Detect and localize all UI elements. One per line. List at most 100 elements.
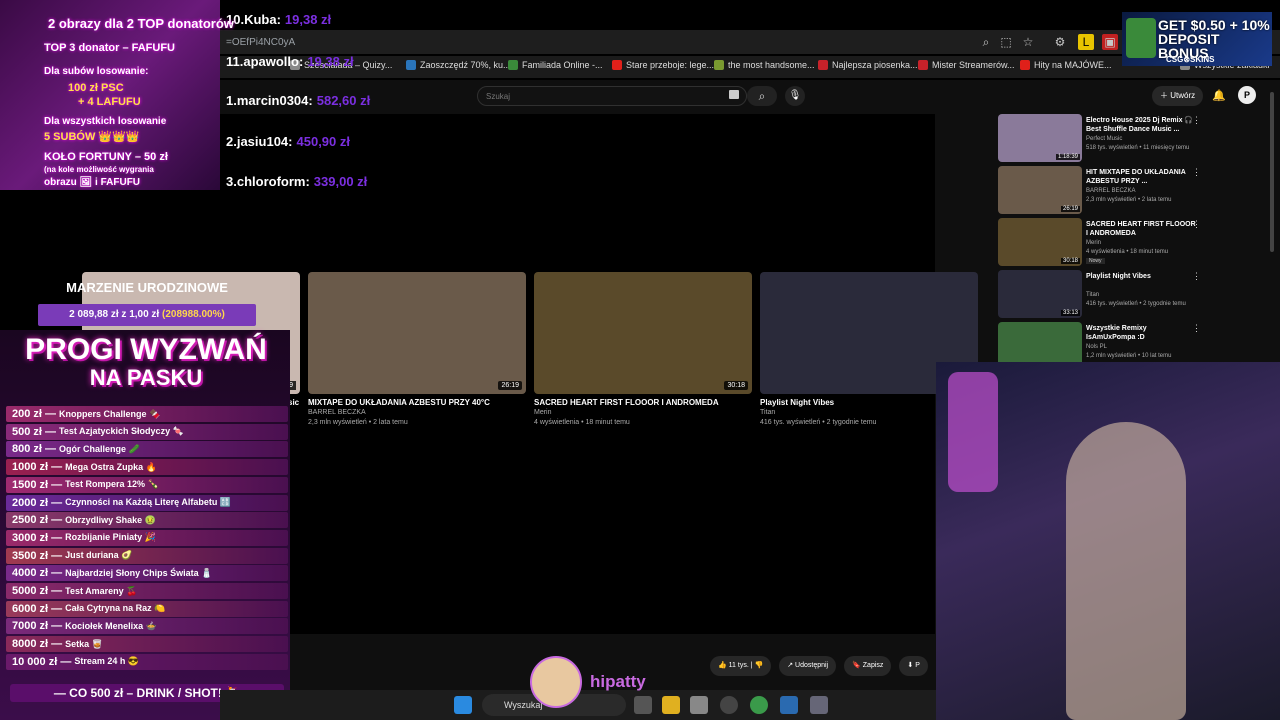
address-bar[interactable]: =OEfPi4NC0yA ⌕ ⬚ ☆ ⚙ L ▣ xyxy=(220,30,1280,54)
webcam-feed xyxy=(936,362,1280,720)
mic-button[interactable]: 🎙 xyxy=(785,86,805,106)
video-title[interactable]: Electro House 2025 Dj Remix 🎧 Best Shuff… xyxy=(1086,116,1198,134)
video-channel[interactable]: BARREL BECZKA xyxy=(1086,188,1135,194)
sponsor-ad[interactable]: GET $0.50 + 10% DEPOSIT BONUS CSG⊗SKINS xyxy=(1122,12,1272,66)
challenge-row: 10 000 zł — Stream 24 h 😎 xyxy=(6,653,288,670)
challenge-name: Najbardziej Słony Chips Świata 🧂 xyxy=(65,567,213,578)
donator-info-line: 2 obrazy dla 2 TOP donatorów xyxy=(48,16,234,31)
endcard-video[interactable]: 26:19 MIXTAPE DO UKŁADANIA AZBESTU PRZY … xyxy=(308,272,526,428)
bookmark-item[interactable]: Stare przeboje: lege... xyxy=(612,60,714,70)
video-thumbnail[interactable]: 26:19 xyxy=(998,166,1082,214)
video-channel[interactable]: BARREL BECZKA xyxy=(308,408,526,418)
sidebar-video[interactable]: 1:18:39 Electro House 2025 Dj Remix 🎧 Be… xyxy=(998,114,1248,162)
sidebar-video[interactable]: 26:19 HIT MIXTAPE DO UKŁADANIA AZBESTU P… xyxy=(998,166,1248,214)
video-thumbnail[interactable]: 33:13 xyxy=(998,270,1082,318)
bookmark-item[interactable]: Hity na MAJÓWE... xyxy=(1020,60,1112,70)
challenge-name: Kociołek Menelixa 🍲 xyxy=(65,620,157,631)
avatar[interactable]: P xyxy=(1238,86,1256,104)
bookmark-item[interactable]: Familiada Online -... xyxy=(508,60,603,70)
ad-text: GET $0.50 + 10% DEPOSIT BONUS xyxy=(1158,17,1270,61)
donator-info-line: TOP 3 donator – FAFUFU xyxy=(44,42,175,54)
challenge-name: Czynności na Każdą Literę Alfabetu 🔠 xyxy=(65,497,232,507)
challenge-amount: 1000 zł — xyxy=(12,461,63,474)
leaderboard-entry: 11.apawollo: 19,38 zł xyxy=(226,54,354,69)
mascot-image xyxy=(1126,18,1156,58)
video-channel[interactable]: Titan xyxy=(1086,292,1099,298)
challenge-name: Stream 24 h 😎 xyxy=(74,656,140,667)
bookmark-item[interactable]: Mister Streamerów... xyxy=(918,60,1015,70)
settings-icon[interactable] xyxy=(810,696,828,714)
create-button[interactable]: ＋ Utwórz xyxy=(1152,86,1204,106)
video-title[interactable]: MIXTAPE DO UKŁADANIA AZBESTU PRZY 40°C xyxy=(308,398,526,408)
save-button[interactable]: 🔖 Zapisz xyxy=(844,656,892,676)
bookmark-label: Najlepsza piosenka... xyxy=(832,60,918,70)
more-options-icon[interactable]: ⋮ xyxy=(1192,323,1201,334)
challenge-amount: 800 zł — xyxy=(12,443,57,456)
more-options-icon[interactable]: ⋮ xyxy=(1192,167,1201,178)
video-thumbnail[interactable]: 1:18:39 xyxy=(998,114,1082,162)
app-icon[interactable] xyxy=(780,696,798,714)
panel-title-line1: PROGI WYZWAŃ xyxy=(25,333,267,366)
streamer-name: hipatty xyxy=(590,672,646,691)
video-thumbnail[interactable]: 30:18 xyxy=(998,218,1082,266)
scrollbar[interactable] xyxy=(1270,92,1274,252)
sidebar-video[interactable]: 30:18 SACRED HEART FIRST FLOOOR I ANDROM… xyxy=(998,218,1248,266)
bookmark-star-icon[interactable]: ☆ xyxy=(1020,34,1036,50)
search-button[interactable]: ⌕ xyxy=(747,86,777,106)
more-button[interactable]: ⬇ P xyxy=(899,656,928,676)
challenge-amount: 7000 zł — xyxy=(12,620,63,633)
like-button[interactable]: 👍 11 tys. | 👎 xyxy=(710,656,772,676)
more-options-icon[interactable]: ⋮ xyxy=(1192,115,1201,126)
video-title[interactable]: SACRED HEART FIRST FLOOOR I ANDROMEDA xyxy=(1086,220,1198,238)
create-label: Utwórz xyxy=(1170,91,1196,100)
video-title[interactable]: HIT MIXTAPE DO UKŁADANIA AZBESTU PRZY ..… xyxy=(1086,168,1198,186)
extension-icon[interactable]: ▣ xyxy=(1102,34,1118,50)
video-channel[interactable]: Nols PL xyxy=(1086,344,1107,350)
app-icon[interactable] xyxy=(720,696,738,714)
task-view-icon[interactable] xyxy=(634,696,652,714)
challenge-amount: 5000 zł — xyxy=(12,585,63,597)
video-channel[interactable]: Merin xyxy=(1086,240,1101,246)
video-duration: 30:18 xyxy=(1060,258,1080,264)
bookmark-item[interactable]: the most handsome... xyxy=(714,60,815,70)
challenge-row: 8000 zł — Setka 🥃 xyxy=(6,636,288,653)
bookmark-label: Zaoszczędź 70%, ku... xyxy=(420,60,511,70)
keyboard-icon[interactable] xyxy=(729,90,739,99)
install-icon[interactable]: ⬚ xyxy=(998,34,1014,50)
search-input[interactable]: Szukaj xyxy=(477,86,747,106)
share-button[interactable]: ↗ Udostępnij xyxy=(779,656,837,676)
challenge-row: 3000 zł — Rozbijanie Piniaty 🎉 xyxy=(6,529,288,546)
video-player[interactable]: 39 sic 26:19 MIXTAPE DO UKŁADANIA AZBEST… xyxy=(82,114,978,634)
birthday-goal-bar: 2 089,88 zł z 1,00 zł (208988.00%) xyxy=(38,304,256,326)
video-title[interactable]: Wszystkie Remixy IsAmUxPompa :D xyxy=(1086,324,1198,342)
challenge-amount: 2000 zł — xyxy=(12,496,63,509)
extension-icon[interactable]: L xyxy=(1078,34,1094,50)
file-explorer-icon[interactable] xyxy=(662,696,680,714)
bookmark-item[interactable]: Zaoszczędź 70%, ku... xyxy=(406,60,511,70)
windows-start-icon[interactable] xyxy=(454,696,472,714)
more-options-icon[interactable]: ⋮ xyxy=(1192,219,1201,230)
zoom-icon[interactable]: ⌕ xyxy=(978,34,994,50)
challenge-row: 2000 zł — Czynności na Każdą Literę Alfab… xyxy=(6,494,288,511)
bell-icon[interactable]: 🔔 xyxy=(1210,86,1228,106)
video-thumbnail[interactable]: 26:19 xyxy=(308,272,526,394)
leaderboard-name: 11.apawollo: xyxy=(226,54,304,69)
video-meta: 2,3 mln wyświetleń • 2 lata temu xyxy=(308,419,408,426)
store-icon[interactable] xyxy=(690,696,708,714)
video-meta: 416 tys. wyświetleń • 2 tygodnie temu xyxy=(1086,301,1186,307)
donator-info-line: obrazu 🖼 i FAFUFU xyxy=(44,177,141,188)
video-channel[interactable]: Merin xyxy=(534,408,752,418)
challenge-thresholds-panel: PROGI WYZWAŃ NA PASKU 200 zł — Knoppers C… xyxy=(0,330,290,720)
endcard-video[interactable]: 30:18 SACRED HEART FIRST FLOOOR I ANDROM… xyxy=(534,272,752,428)
video-title[interactable]: SACRED HEART FIRST FLOOOR I ANDROMEDA xyxy=(534,398,752,408)
video-thumbnail[interactable]: 30:18 xyxy=(534,272,752,394)
sidebar-video[interactable]: 33:13 Playlist Night Vibes Titan 416 tys… xyxy=(998,270,1248,318)
extension-icon[interactable]: ⚙ xyxy=(1052,34,1068,50)
video-channel[interactable]: Perfect Music xyxy=(1086,136,1122,142)
video-meta: 4 wyświetlenia • 18 minut temu xyxy=(1086,249,1169,255)
video-meta: 2,3 mln wyświetleń • 2 lata temu xyxy=(1086,197,1172,203)
video-title[interactable]: Playlist Night Vibes xyxy=(1086,272,1198,281)
bookmark-item[interactable]: Najlepsza piosenka... xyxy=(818,60,918,70)
more-options-icon[interactable]: ⋮ xyxy=(1192,271,1201,282)
chrome-icon[interactable] xyxy=(750,696,768,714)
